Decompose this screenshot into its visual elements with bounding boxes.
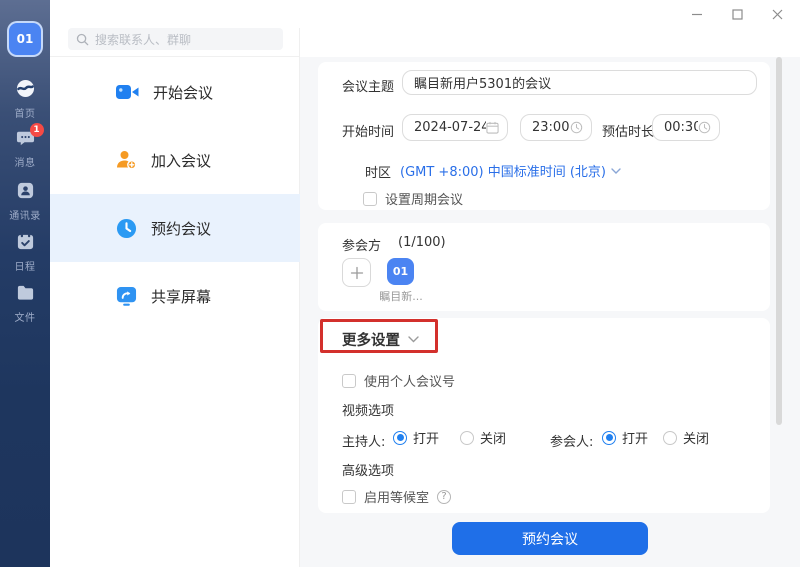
contacts-icon: [16, 181, 35, 201]
participant-off-radio[interactable]: [663, 430, 677, 445]
rail-item-contacts[interactable]: 通讯录: [0, 181, 50, 222]
participant-on-radio[interactable]: [602, 430, 616, 445]
rail-item-messages[interactable]: 1 消息: [0, 123, 50, 169]
rail-item-home[interactable]: 首页: [0, 79, 50, 120]
clock-icon: [116, 218, 137, 239]
participant-video-on: 打开: [602, 428, 648, 447]
start-time-label: 开始时间: [342, 125, 395, 140]
participant-avatar[interactable]: 01: [387, 258, 414, 285]
rail-item-label: 通讯录: [9, 211, 41, 222]
participants-card: 参会方 (1/100) 01 瞩目新...: [318, 223, 770, 311]
recurring-meeting-row: 设置周期会议: [363, 189, 463, 208]
rail-item-label: 消息: [14, 158, 36, 169]
rail-item-label: 首页: [14, 109, 36, 120]
personal-meeting-id-row: 使用个人会议号: [342, 371, 455, 390]
folder-icon: [16, 283, 35, 303]
close-button[interactable]: [770, 7, 784, 21]
clock-field-icon: [698, 121, 711, 134]
app-rail: 01 首页 1 消息 通讯录 日程 文件: [0, 0, 50, 567]
calendar-icon: [16, 232, 35, 252]
maximize-button[interactable]: [730, 7, 744, 21]
calendar-field-icon: [486, 121, 499, 134]
chevron-down-icon: [611, 167, 621, 174]
time-input[interactable]: 23:00: [520, 114, 592, 141]
join-person-icon: [116, 150, 137, 170]
question-icon[interactable]: ?: [437, 489, 452, 504]
participants-count: (1/100): [398, 235, 446, 250]
menu-item-label: 开始会议: [153, 83, 214, 102]
participant-name: 瞩目新...: [379, 290, 423, 303]
rail-item-label: 日程: [14, 262, 36, 273]
vertical-scrollbar[interactable]: [776, 57, 782, 425]
more-settings-label: 更多设置: [342, 333, 400, 349]
menu-item-label: 共享屏幕: [151, 287, 212, 306]
add-participant-button[interactable]: [342, 258, 371, 287]
waiting-room-row: 启用等候室 ?: [342, 487, 452, 506]
menu-item-start-meeting[interactable]: 开始会议: [50, 58, 300, 126]
app-window: 01 首页 1 消息 通讯录 日程 文件 搜索联系人、群聊 开始会议 加入会议 …: [0, 0, 800, 567]
host-off-radio[interactable]: [460, 430, 474, 445]
duration-input[interactable]: 00:30: [652, 114, 720, 141]
plus-icon: [350, 266, 364, 280]
video-camera-icon: [116, 83, 139, 101]
more-settings-card: 更多设置 使用个人会议号 视频选项 主持人: 打开 关闭 参会人: 打开 关闭 …: [318, 318, 770, 513]
meeting-basics-card: 会议主题 瞩目新用户5301的会议 开始时间 2024-07-24 23:00 …: [318, 62, 770, 210]
recurring-meeting-label: 设置周期会议: [385, 193, 464, 208]
duration-label: 预估时长: [602, 125, 655, 140]
home-logo-icon: [16, 79, 35, 99]
menu-item-join-meeting[interactable]: 加入会议: [50, 126, 300, 194]
rail-item-label: 文件: [14, 313, 36, 324]
waiting-room-checkbox[interactable]: [342, 489, 356, 504]
search-icon: [76, 33, 89, 46]
share-screen-icon: [116, 286, 137, 307]
more-settings-toggle[interactable]: 更多设置: [342, 329, 419, 350]
advanced-options-title: 高级选项: [342, 464, 395, 479]
chevron-down-icon: [408, 336, 419, 343]
search-input[interactable]: 搜索联系人、群聊: [68, 28, 283, 50]
menu-item-schedule-meeting[interactable]: 预约会议: [50, 194, 300, 262]
personal-meeting-id-label: 使用个人会议号: [364, 375, 456, 390]
menu-item-label: 预约会议: [151, 219, 212, 238]
footer-bar: 预约会议: [300, 513, 800, 567]
subject-label: 会议主题: [342, 80, 395, 95]
chat-icon: 1: [16, 123, 44, 148]
host-video-on: 打开: [393, 428, 439, 447]
menu-panel: 搜索联系人、群聊 开始会议 加入会议 预约会议 共享屏幕: [50, 0, 300, 567]
user-avatar[interactable]: 01: [7, 21, 43, 57]
waiting-room-label: 启用等候室: [364, 491, 430, 506]
host-video-off: 关闭: [460, 428, 506, 447]
search-placeholder: 搜索联系人、群聊: [95, 32, 192, 47]
recurring-meeting-checkbox[interactable]: [363, 191, 377, 206]
participant-video-label: 参会人:: [550, 435, 594, 450]
titlebar: [50, 0, 800, 28]
timezone-label: 时区: [365, 166, 392, 181]
video-options-title: 视频选项: [342, 404, 395, 419]
unread-badge: 1: [29, 123, 44, 137]
subject-input[interactable]: 瞩目新用户5301的会议: [402, 70, 757, 95]
participant-video-off: 关闭: [663, 428, 709, 447]
schedule-meeting-panel: 会议主题 瞩目新用户5301的会议 开始时间 2024-07-24 23:00 …: [300, 0, 800, 567]
schedule-meeting-button[interactable]: 预约会议: [452, 522, 648, 555]
menu-item-share-screen[interactable]: 共享屏幕: [50, 262, 300, 330]
host-video-label: 主持人:: [342, 435, 386, 450]
rail-item-schedule[interactable]: 日程: [0, 232, 50, 273]
rail-item-files[interactable]: 文件: [0, 283, 50, 324]
participants-label: 参会方: [342, 239, 382, 254]
host-on-radio[interactable]: [393, 430, 407, 445]
timezone-select[interactable]: (GMT +8:00) 中国标准时间 (北京): [400, 161, 621, 180]
personal-meeting-id-checkbox[interactable]: [342, 373, 356, 388]
minimize-button[interactable]: [690, 7, 704, 21]
menu-item-label: 加入会议: [151, 151, 212, 170]
clock-field-icon: [570, 121, 583, 134]
date-input[interactable]: 2024-07-24: [402, 114, 508, 141]
